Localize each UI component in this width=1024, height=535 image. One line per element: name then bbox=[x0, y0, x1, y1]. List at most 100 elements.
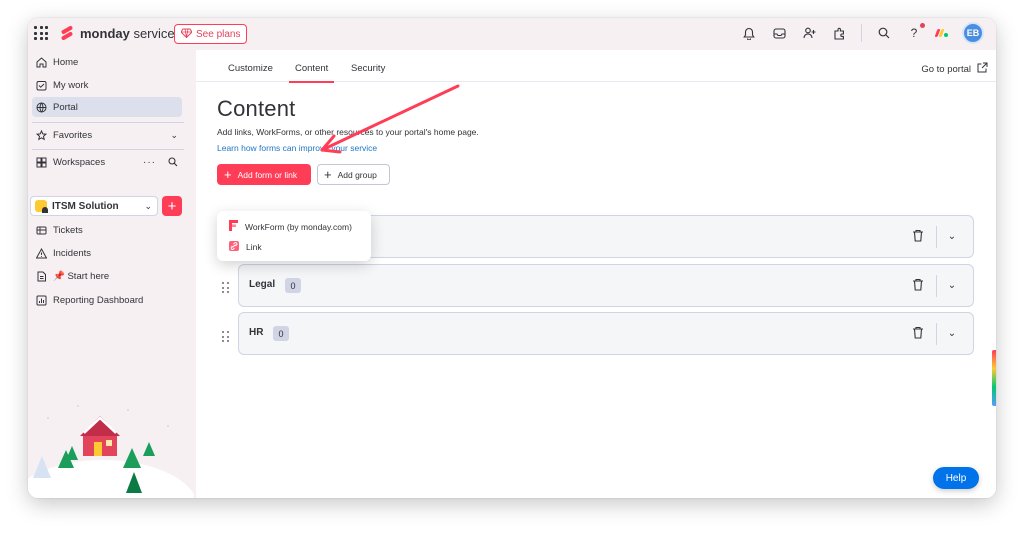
add-menu-dropdown: WorkForm (by monday.com) Link bbox=[217, 211, 371, 261]
sidebar-item-portal[interactable]: Portal bbox=[32, 97, 182, 117]
diamond-icon bbox=[180, 28, 193, 41]
tab-security[interactable]: Security bbox=[351, 63, 385, 74]
sidebar-item-incidents[interactable]: Incidents bbox=[32, 243, 182, 263]
sidebar-item-label: Tickets bbox=[53, 224, 83, 236]
sidebar-item-workspaces[interactable]: Workspaces ··· bbox=[32, 152, 182, 172]
workform-icon bbox=[229, 220, 238, 233]
sidebar-item-label: Workspaces bbox=[53, 156, 106, 168]
winter-scene-illustration bbox=[28, 405, 194, 498]
notification-dot bbox=[920, 23, 925, 28]
external-link-icon bbox=[977, 62, 988, 76]
sidebar-item-reporting-dashboard[interactable]: Reporting Dashboard bbox=[32, 290, 182, 310]
workspace-name: ITSM Solution bbox=[52, 200, 119, 212]
sidebar-item-my-work[interactable]: My work bbox=[32, 75, 182, 95]
sidebar-item-label: 📌 Start here bbox=[53, 270, 110, 282]
help-button[interactable]: Help bbox=[933, 467, 979, 489]
drag-handle-icon[interactable] bbox=[222, 331, 230, 343]
group-row[interactable]: Legal 0 ⌄ bbox=[238, 264, 974, 307]
sidebar: Home My work Portal Favorites ⌄ Workspac… bbox=[28, 50, 194, 498]
go-to-portal-link[interactable]: Go to portal bbox=[921, 62, 988, 76]
sidebar-item-label: Incidents bbox=[53, 247, 92, 259]
divider bbox=[936, 226, 937, 248]
see-plans-label: See plans bbox=[196, 28, 241, 40]
bell-icon[interactable] bbox=[741, 25, 757, 41]
divider bbox=[32, 122, 184, 123]
sidebar-item-tickets[interactable]: Tickets bbox=[32, 220, 182, 240]
group-count-badge: 0 bbox=[285, 278, 301, 293]
menu-item-workform[interactable]: WorkForm (by monday.com) bbox=[229, 220, 352, 233]
chevron-down-icon: ⌄ bbox=[144, 200, 152, 211]
divider bbox=[861, 24, 862, 42]
go-to-portal-label: Go to portal bbox=[921, 63, 971, 75]
sidebar-item-label: Portal bbox=[53, 101, 78, 113]
app-window: monday service See plans ? EB Home My wo… bbox=[28, 18, 996, 498]
chevron-down-icon[interactable]: ⌄ bbox=[945, 229, 959, 243]
sidebar-item-favorites[interactable]: Favorites ⌄ bbox=[32, 125, 182, 145]
menu-item-label: WorkForm (by monday.com) bbox=[245, 221, 352, 232]
apps-icon[interactable] bbox=[831, 25, 847, 41]
dashboard-icon bbox=[36, 295, 47, 306]
sidebar-item-label: Home bbox=[53, 56, 79, 68]
trash-icon[interactable] bbox=[912, 326, 926, 342]
add-form-or-link-button[interactable]: + Add form or link bbox=[217, 164, 311, 185]
search-icon[interactable] bbox=[876, 25, 892, 41]
trash-icon[interactable] bbox=[912, 229, 926, 245]
chevron-down-icon: ⌄ bbox=[170, 129, 178, 140]
see-plans-button[interactable]: See plans bbox=[174, 24, 248, 44]
page-title: Content bbox=[217, 96, 296, 121]
trash-icon[interactable] bbox=[912, 278, 926, 294]
sidebar-item-start-here[interactable]: 📌 Start here bbox=[32, 266, 182, 286]
learn-more-link[interactable]: Learn how forms can improve your service bbox=[217, 143, 377, 153]
invite-members-icon[interactable] bbox=[801, 25, 817, 41]
add-group-label: Add group bbox=[337, 169, 377, 180]
menu-item-link[interactable]: Link bbox=[229, 241, 262, 253]
plus-icon: + bbox=[324, 167, 332, 182]
search-icon[interactable] bbox=[168, 157, 178, 170]
group-count-badge: 0 bbox=[273, 326, 289, 341]
plus-icon: + bbox=[224, 167, 232, 182]
brand-product: service bbox=[129, 25, 175, 41]
page-description: Add links, WorkForms, or other resources… bbox=[217, 127, 479, 137]
drag-handle-icon[interactable] bbox=[222, 282, 230, 294]
board-icon bbox=[36, 225, 47, 236]
feedback-tab[interactable] bbox=[992, 350, 996, 406]
menu-item-label: Link bbox=[246, 242, 262, 252]
app-switcher-icon[interactable] bbox=[34, 26, 48, 40]
more-icon[interactable]: ··· bbox=[143, 157, 156, 168]
add-workspace-item-button[interactable]: + bbox=[162, 196, 182, 216]
chevron-down-icon[interactable]: ⌄ bbox=[945, 278, 959, 292]
monday-service-logo-icon bbox=[60, 25, 74, 41]
divider bbox=[32, 149, 184, 150]
workspace-selector[interactable]: ITSM Solution ⌄ bbox=[30, 196, 158, 216]
chevron-down-icon[interactable]: ⌄ bbox=[945, 326, 959, 340]
warning-icon bbox=[36, 247, 47, 259]
top-bar: monday service See plans ? EB bbox=[28, 18, 996, 50]
brand-name: monday bbox=[80, 25, 130, 41]
home-icon bbox=[36, 56, 47, 68]
sidebar-item-label: My work bbox=[53, 79, 89, 91]
portal-icon bbox=[36, 102, 47, 113]
workspace-icon bbox=[35, 200, 48, 213]
group-name: HR bbox=[249, 327, 264, 338]
add-group-button[interactable]: + Add group bbox=[317, 164, 390, 185]
add-form-label: Add form or link bbox=[237, 169, 298, 180]
divider bbox=[936, 323, 937, 345]
tab-customize[interactable]: Customize bbox=[228, 63, 273, 74]
tab-content[interactable]: Content bbox=[288, 63, 335, 83]
group-name: Legal bbox=[249, 279, 276, 290]
star-icon bbox=[36, 129, 47, 141]
my-work-icon bbox=[36, 80, 47, 91]
help-icon[interactable]: ? bbox=[906, 23, 925, 41]
tab-bar: Customize Content Security Go to portal bbox=[196, 50, 996, 83]
workspaces-icon bbox=[36, 157, 47, 168]
main-panel: Customize Content Security Go to portal … bbox=[196, 50, 996, 498]
inbox-icon[interactable] bbox=[771, 25, 787, 41]
group-row[interactable]: HR 0 ⌄ bbox=[238, 312, 974, 355]
divider bbox=[936, 275, 937, 297]
link-icon bbox=[229, 241, 239, 253]
brand-logo[interactable]: monday service bbox=[60, 25, 175, 41]
avatar[interactable]: EB bbox=[962, 22, 984, 44]
sidebar-item-home[interactable]: Home bbox=[32, 52, 182, 72]
top-actions: ? EB bbox=[741, 22, 984, 44]
monday-logo-icon[interactable] bbox=[934, 29, 948, 37]
